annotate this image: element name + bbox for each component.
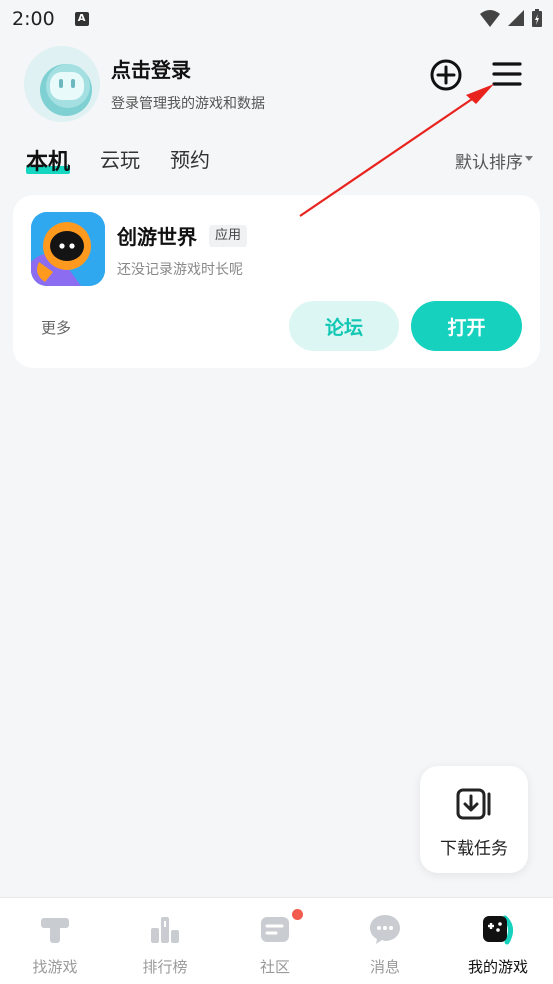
tab-reserve[interactable]: 预约 [170, 144, 210, 173]
nav-label-community: 社区 [259, 958, 290, 976]
wifi-icon [480, 10, 500, 27]
status-bar: 2:00 A [0, 0, 553, 38]
game-playtime: 还没记录游戏时长呢 [117, 262, 243, 278]
hammer-icon [41, 918, 69, 943]
nav-label-find-games: 找游戏 [32, 958, 78, 976]
menu-button[interactable] [489, 57, 525, 93]
download-task-label: 下载任务 [440, 839, 508, 859]
user-header: 点击登录 登录管理我的游戏和数据 [0, 44, 553, 124]
hamburger-menu-icon [492, 62, 522, 86]
tab-local[interactable]: 本机 [26, 144, 71, 176]
plus-circle-icon [430, 59, 462, 91]
tab-local-label: 本机 [26, 150, 71, 175]
battery-icon [532, 9, 542, 27]
nav-messages[interactable]: 消息 [330, 898, 440, 984]
nav-label-messages: 消息 [369, 958, 400, 976]
community-badge-dot [292, 909, 303, 920]
add-button[interactable] [428, 57, 464, 93]
login-title[interactable]: 点击登录 [111, 54, 191, 83]
sort-caret-icon [525, 156, 533, 161]
more-button[interactable]: 更多 [41, 317, 71, 338]
tab-cloud[interactable]: 云玩 [100, 144, 140, 173]
ranking-icon [151, 917, 179, 943]
nav-find-games[interactable]: 找游戏 [0, 898, 110, 984]
download-task-button[interactable]: 下载任务 [420, 766, 528, 873]
nav-community[interactable]: 社区 [220, 898, 330, 984]
login-subtitle: 登录管理我的游戏和数据 [111, 96, 265, 112]
bottom-nav: 找游戏 排行榜 社区 消息 我的游戏 [0, 897, 553, 984]
nav-label-ranking: 排行榜 [142, 958, 188, 976]
status-icons [479, 8, 543, 28]
forum-button[interactable]: 论坛 [289, 301, 399, 351]
avatar[interactable] [24, 46, 100, 122]
game-card: 创游世界 应用 还没记录游戏时长呢 更多 论坛 打开 [13, 195, 540, 368]
nav-my-games[interactable]: 我的游戏 [443, 898, 553, 984]
game-logo-icon [31, 212, 105, 286]
open-button[interactable]: 打开 [411, 301, 522, 351]
game-app-icon[interactable] [31, 212, 105, 286]
nav-ranking[interactable]: 排行榜 [110, 898, 220, 984]
nav-label-my-games: 我的游戏 [467, 958, 528, 976]
status-time: 2:00 [12, 8, 55, 30]
sort-dropdown[interactable]: 默认排序 [455, 148, 523, 173]
community-icon [261, 917, 289, 942]
notification-a-icon: A [74, 12, 89, 26]
game-tabs: 本机 云玩 预约 默认排序 [0, 140, 553, 180]
robot-avatar-icon [24, 46, 100, 122]
download-icon [456, 788, 491, 820]
game-name[interactable]: 创游世界 [117, 221, 197, 250]
message-icon [370, 915, 400, 944]
game-type-tag: 应用 [209, 225, 248, 247]
gamepad-icon [483, 915, 513, 945]
signal-icon [508, 10, 524, 26]
